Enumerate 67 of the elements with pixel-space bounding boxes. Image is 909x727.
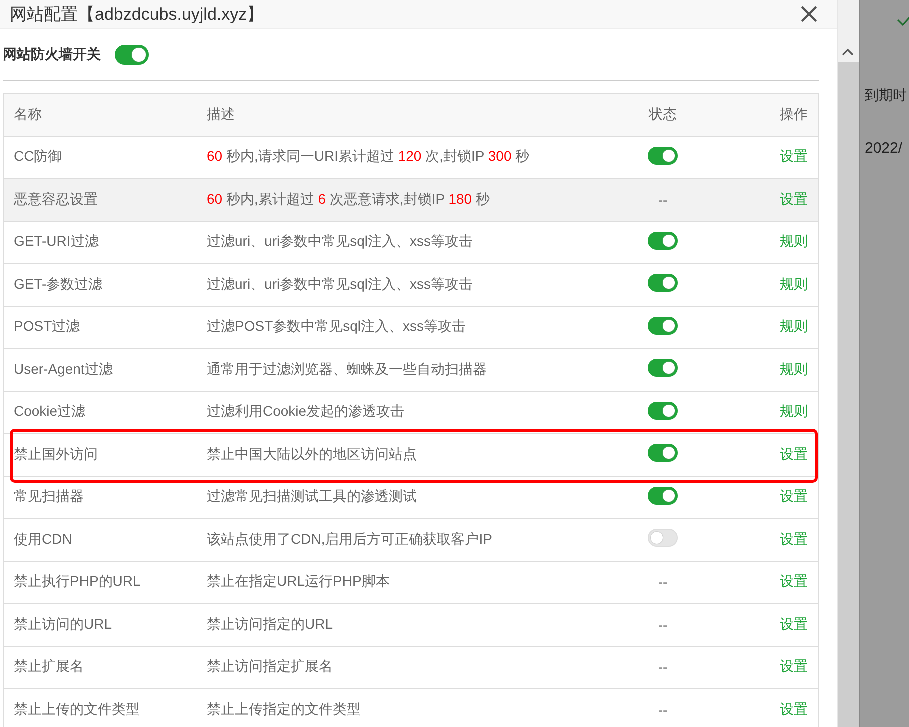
status-text: -- xyxy=(658,574,668,590)
rule-description: 过滤uri、uri参数中常见sql注入、xss等攻击 xyxy=(207,276,474,294)
status-text: -- xyxy=(658,702,668,718)
action-link[interactable]: 规则 xyxy=(780,403,808,420)
rule-description: 禁止在指定URL运行PHP脚本 xyxy=(207,573,391,592)
status-switch[interactable] xyxy=(648,274,678,292)
action-link[interactable]: 规则 xyxy=(780,318,808,334)
rule-description: 禁止上传指定的文件类型 xyxy=(207,700,362,719)
rule-description: 该站点使用了CDN,启用后方可正确获取客户IP xyxy=(207,530,494,549)
dialog-title: 网站配置【adbzdcubs.uyjld.xyz】 xyxy=(10,4,264,26)
rule-name: 禁止访问的URL xyxy=(13,616,114,634)
action-link[interactable]: 设置 xyxy=(780,700,808,717)
action-link[interactable]: 设置 xyxy=(780,573,808,590)
action-link[interactable]: 设置 xyxy=(780,658,808,674)
rule-name: Cookie过滤 xyxy=(13,403,87,422)
column-heading: 到期时 xyxy=(865,87,907,105)
status-switch[interactable] xyxy=(648,146,678,165)
rule-description: 60 秒内,累计超过 6 次恶意请求,封锁IP 180 秒 xyxy=(207,190,491,209)
rule-name: 禁止国外访问 xyxy=(13,446,99,464)
column-header: 状态 xyxy=(648,106,678,124)
firewall-label: 网站防火墙开关 xyxy=(3,46,101,64)
rule-name: 恶意容忍设置 xyxy=(13,190,99,209)
status-text: -- xyxy=(658,659,668,676)
status-switch[interactable] xyxy=(648,402,678,420)
status-switch[interactable] xyxy=(648,486,678,505)
rule-description: 禁止访问指定的URL xyxy=(207,616,334,634)
rule-name: 使用CDN xyxy=(13,530,74,549)
action-link[interactable]: 设置 xyxy=(780,530,808,547)
rule-description: 过滤常见扫描测试工具的渗透测试 xyxy=(207,488,418,506)
rule-name: POST过滤 xyxy=(13,318,82,336)
action-link[interactable]: 设置 xyxy=(780,446,808,462)
rule-name: CC防御 xyxy=(13,148,64,166)
column-header: 名称 xyxy=(13,106,43,124)
rule-description: 通常用于过滤浏览器、蜘蛛及一些自动扫描器 xyxy=(207,360,488,379)
action-link[interactable]: 规则 xyxy=(780,360,808,377)
action-link[interactable]: 设置 xyxy=(780,488,808,504)
rule-description: 过滤uri、uri参数中常见sql注入、xss等攻击 xyxy=(207,233,474,252)
rule-name: 禁止执行PHP的URL xyxy=(13,573,142,592)
column-header: 描述 xyxy=(207,106,236,124)
status-text: -- xyxy=(658,616,668,633)
status-switch[interactable] xyxy=(648,359,678,378)
rule-name: User-Agent过滤 xyxy=(13,360,114,379)
rule-name: GET-URI过滤 xyxy=(13,233,100,252)
status-switch[interactable] xyxy=(648,232,678,250)
close-button[interactable]: × xyxy=(794,0,825,28)
rule-name: 禁止上传的文件类型 xyxy=(13,700,141,719)
column-header: 操作 xyxy=(779,106,809,124)
date-text: 2022/ xyxy=(865,140,903,157)
rule-name: 常见扫描器 xyxy=(13,488,85,506)
rule-name: GET-参数过滤 xyxy=(13,276,104,294)
action-link[interactable]: 设置 xyxy=(780,190,808,207)
action-link[interactable]: 设置 xyxy=(780,616,808,632)
status-switch[interactable] xyxy=(648,444,678,462)
rule-name: 禁止扩展名 xyxy=(13,658,85,676)
rule-description: 禁止中国大陆以外的地区访问站点 xyxy=(207,446,418,464)
action-link[interactable]: 规则 xyxy=(780,276,808,292)
status-text: -- xyxy=(658,192,668,208)
rule-description: 禁止访问指定扩展名 xyxy=(207,658,334,676)
scrollbar[interactable] xyxy=(837,0,859,727)
status-switch[interactable] xyxy=(648,316,678,335)
rule-description: 过滤POST参数中常见sql注入、xss等攻击 xyxy=(207,318,468,336)
action-link[interactable]: 设置 xyxy=(780,148,808,164)
rule-description: 过滤利用Cookie发起的渗透攻击 xyxy=(207,403,406,422)
action-link[interactable]: 规则 xyxy=(780,233,808,250)
scroll-up-icon[interactable] xyxy=(842,48,854,56)
rule-description: 60 秒内,请求同一URI累计超过 120 次,封锁IP 300 秒 xyxy=(207,148,531,166)
firewall-switch[interactable] xyxy=(115,45,149,65)
